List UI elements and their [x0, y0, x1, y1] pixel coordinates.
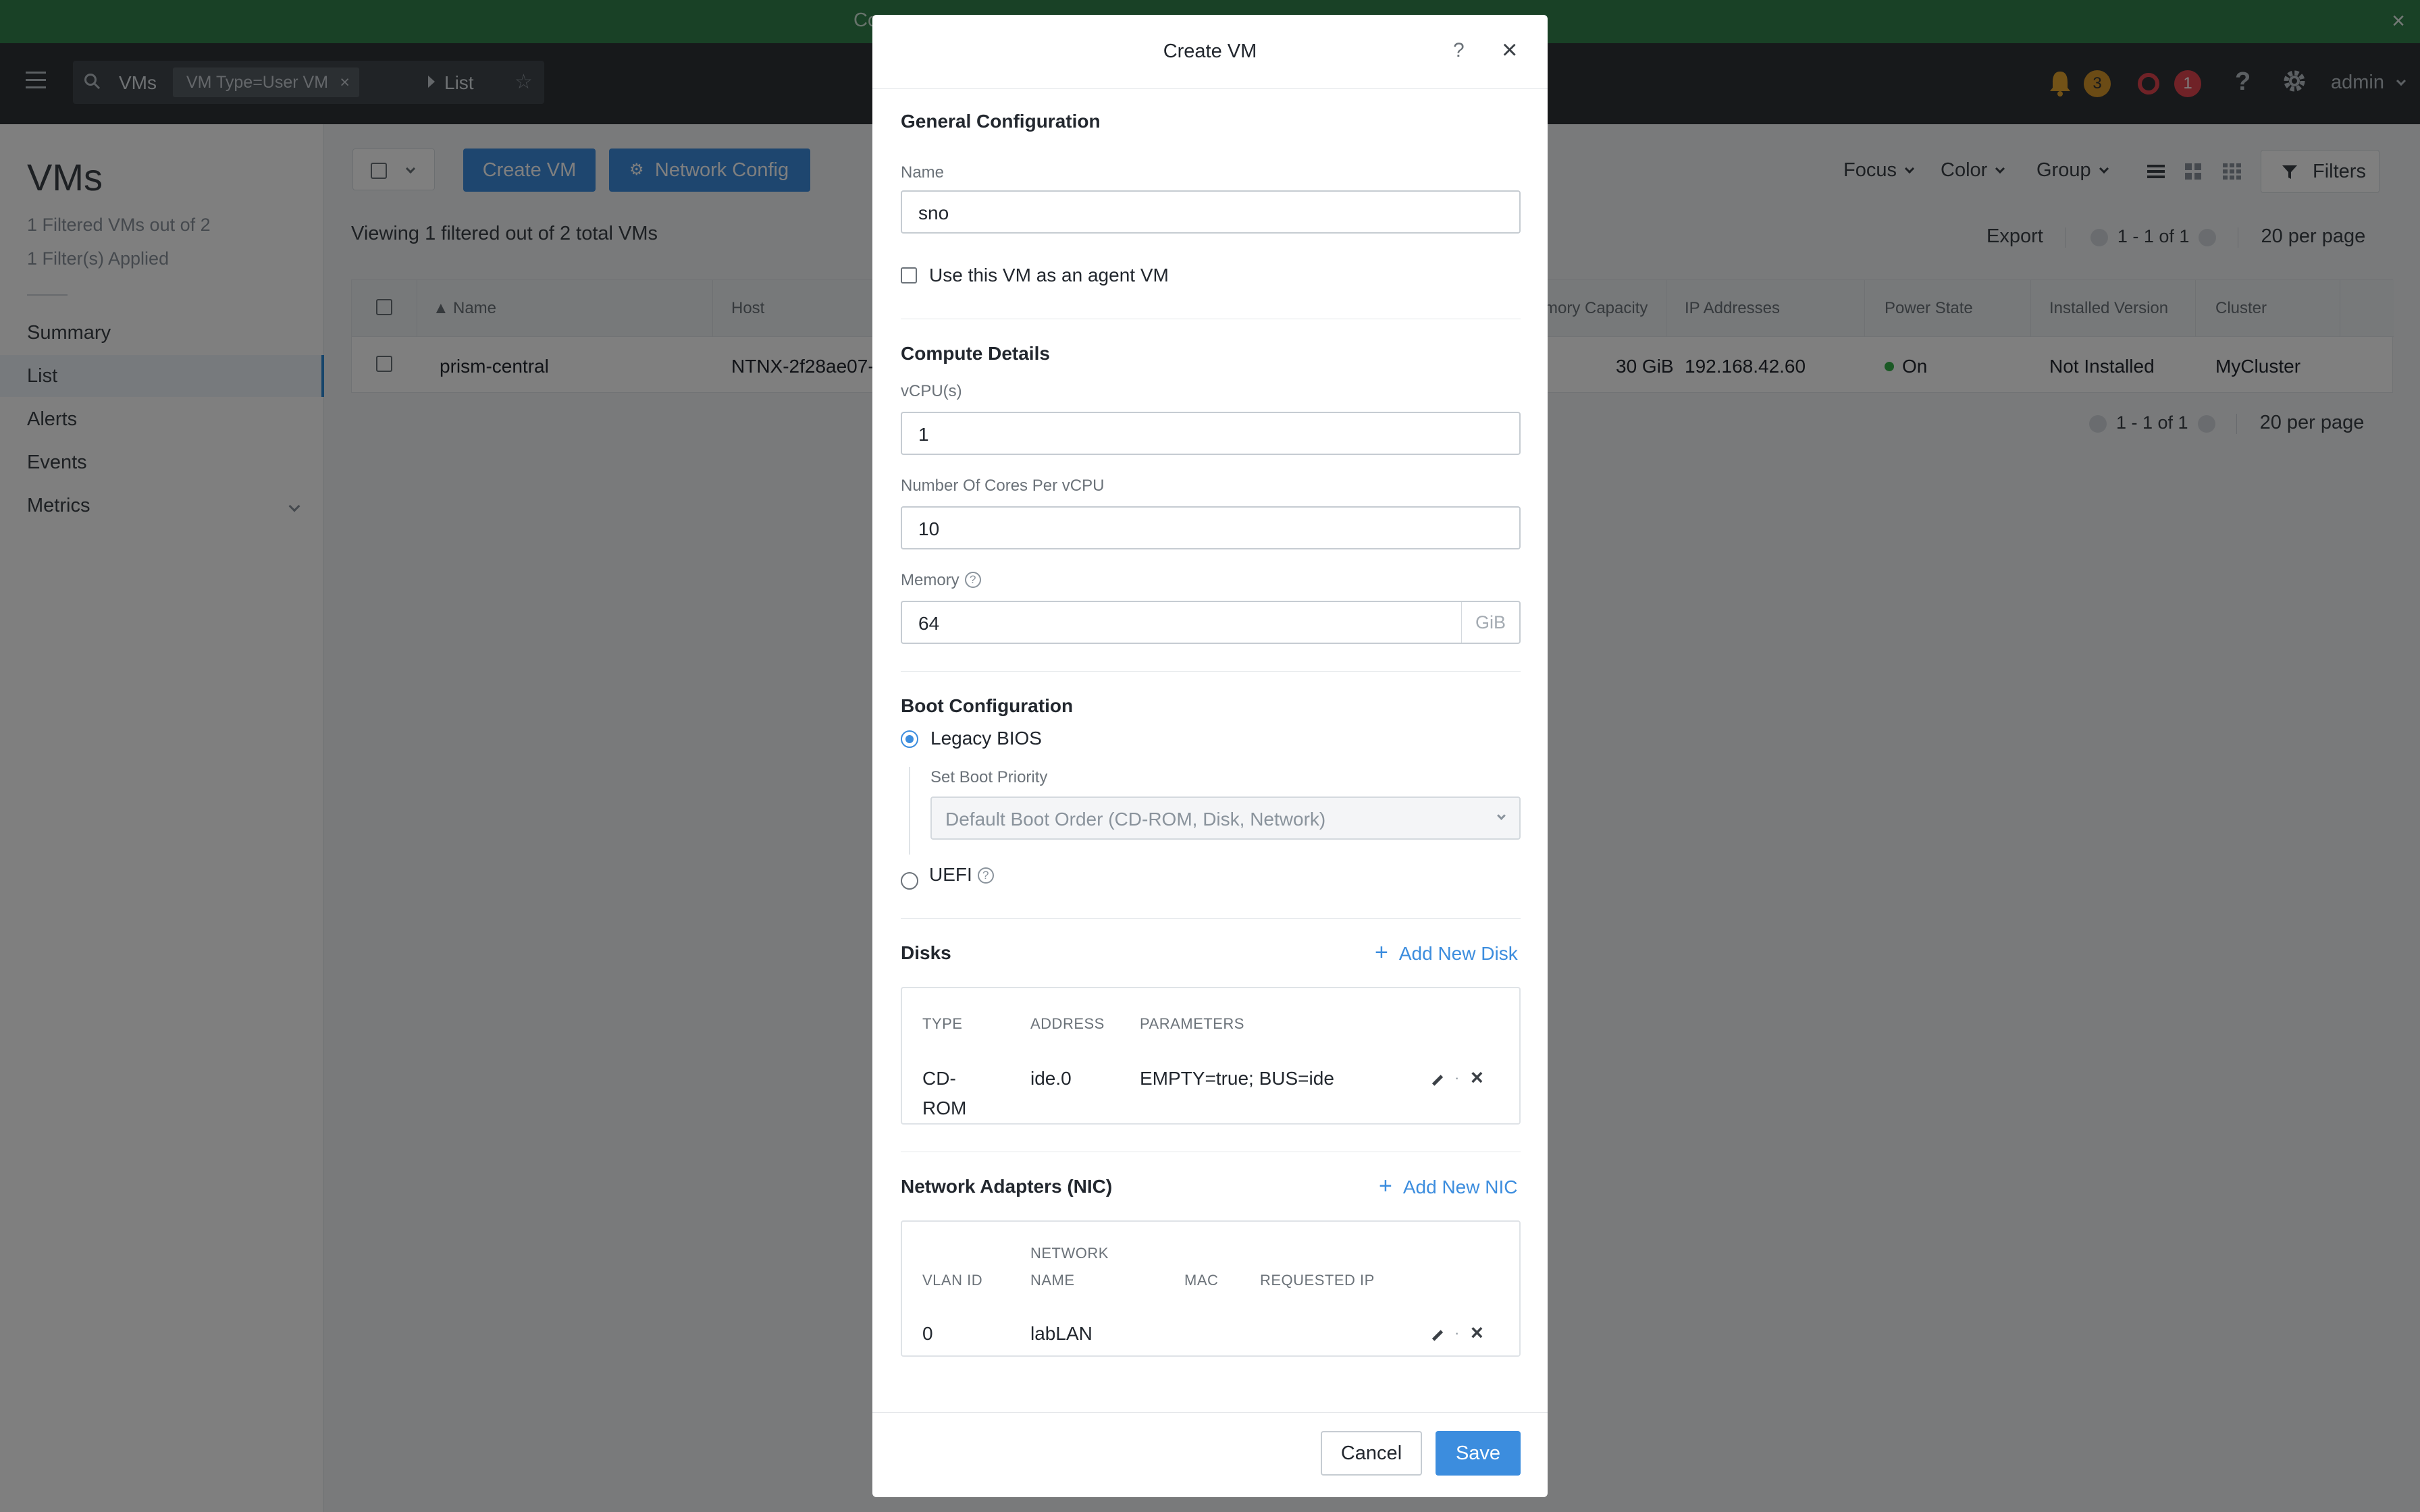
- boot-priority-label: Set Boot Priority: [930, 768, 1048, 786]
- legacy-bios-label[interactable]: Legacy BIOS: [930, 728, 1042, 749]
- disk-type-line1: CD-: [922, 1068, 956, 1089]
- nics-column-vlan: VLAN ID: [922, 1272, 983, 1289]
- nics-table: VLAN ID NETWORK NAME MAC REQUESTED IP 0 …: [901, 1220, 1521, 1357]
- agent-vm-checkbox[interactable]: [901, 267, 917, 284]
- add-new-disk-label: Add New Disk: [1398, 943, 1518, 964]
- close-icon[interactable]: ×: [1502, 35, 1517, 65]
- disk-type-line2: ROM: [922, 1098, 967, 1118]
- delete-nic-icon[interactable]: ×: [1471, 1320, 1483, 1345]
- name-value: sno: [918, 202, 949, 223]
- help-icon[interactable]: ?: [1453, 39, 1465, 62]
- nics-column-requested-ip: REQUESTED IP: [1260, 1272, 1375, 1289]
- edit-nic-icon[interactable]: [1431, 1330, 1444, 1341]
- uefi-label-row[interactable]: UEFI?: [929, 864, 994, 886]
- memory-label-row: Memory?: [901, 571, 981, 590]
- nic-vlan: 0: [922, 1323, 933, 1344]
- section-divider: [901, 671, 1521, 672]
- memory-input[interactable]: 64 GiB: [901, 601, 1521, 644]
- edit-disk-icon[interactable]: [1431, 1075, 1444, 1086]
- cores-per-vcpu-label: Number Of Cores Per vCPU: [901, 477, 1105, 495]
- dialog-header: Create VM ? ×: [872, 15, 1548, 89]
- name-label: Name: [901, 163, 945, 182]
- disks-column-parameters: PARAMETERS: [1140, 1015, 1244, 1032]
- uefi-help-icon[interactable]: ?: [977, 867, 994, 884]
- add-new-disk-link[interactable]: + Add New Disk: [1375, 940, 1518, 966]
- delete-disk-icon[interactable]: ×: [1471, 1065, 1483, 1090]
- vcpu-input[interactable]: 1: [901, 412, 1521, 455]
- compute-details-heading: Compute Details: [901, 343, 1050, 364]
- create-vm-dialog: Create VM ? × General Configuration Name…: [872, 15, 1548, 1497]
- name-input[interactable]: sno: [901, 190, 1521, 234]
- nics-column-network-line1: NETWORK: [1030, 1245, 1109, 1262]
- legacy-bios-radio[interactable]: [901, 730, 918, 748]
- separator-dot: ·: [1454, 1324, 1460, 1341]
- disk-address: ide.0: [1030, 1068, 1072, 1089]
- disks-column-type: TYPE: [922, 1015, 963, 1032]
- disk-parameters: EMPTY=true; BUS=ide: [1140, 1068, 1334, 1089]
- boot-priority-value: Default Boot Order (CD-ROM, Disk, Networ…: [945, 809, 1326, 830]
- memory-unit: GiB: [1461, 602, 1519, 643]
- boot-priority-select[interactable]: Default Boot Order (CD-ROM, Disk, Networ…: [930, 796, 1521, 840]
- save-button[interactable]: Save: [1436, 1431, 1521, 1476]
- uefi-radio[interactable]: [901, 872, 918, 890]
- memory-label: Memory: [901, 571, 959, 589]
- memory-value: 64: [918, 613, 940, 634]
- plus-icon: +: [1375, 940, 1388, 965]
- plus-icon: +: [1379, 1173, 1392, 1199]
- network-adapters-heading: Network Adapters (NIC): [901, 1176, 1113, 1197]
- memory-help-icon[interactable]: ?: [964, 572, 981, 588]
- nics-column-mac: MAC: [1184, 1272, 1219, 1289]
- chevron-down-icon: [1497, 811, 1506, 820]
- disks-table: TYPE ADDRESS PARAMETERS CD- ROM ide.0 EM…: [901, 987, 1521, 1125]
- nics-column-network-line2: NAME: [1030, 1272, 1075, 1289]
- disks-column-address: ADDRESS: [1030, 1015, 1105, 1032]
- general-configuration-heading: General Configuration: [901, 111, 1101, 132]
- agent-vm-label[interactable]: Use this VM as an agent VM: [929, 265, 1169, 286]
- uefi-label: UEFI: [929, 864, 972, 885]
- cores-per-vcpu-input[interactable]: 10: [901, 506, 1521, 549]
- add-new-nic-label: Add New NIC: [1402, 1177, 1518, 1197]
- dialog-title: Create VM: [1163, 40, 1257, 62]
- cancel-button[interactable]: Cancel: [1321, 1431, 1422, 1476]
- disks-heading: Disks: [901, 942, 951, 963]
- add-new-nic-link[interactable]: + Add New NIC: [1379, 1173, 1517, 1199]
- vcpu-label: vCPU(s): [901, 382, 962, 400]
- vcpu-value: 1: [918, 424, 929, 445]
- separator-dot: ·: [1454, 1069, 1460, 1086]
- indent-guide: [909, 767, 910, 855]
- nic-network-name: labLAN: [1030, 1323, 1093, 1344]
- boot-configuration-heading: Boot Configuration: [901, 695, 1074, 716]
- cores-value: 10: [918, 518, 940, 539]
- section-divider: [901, 918, 1521, 919]
